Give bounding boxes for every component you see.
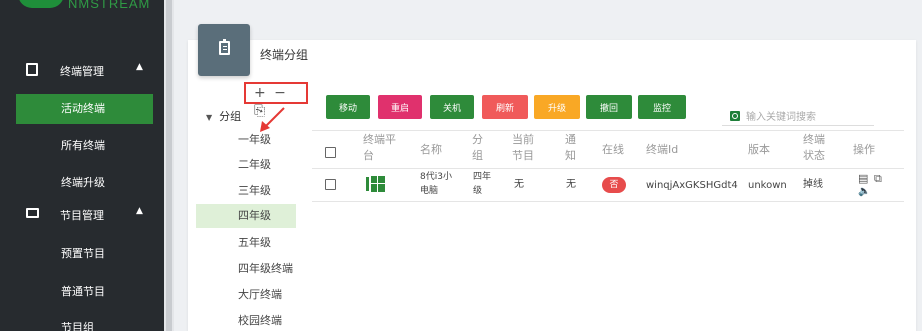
cell-terminal-id: winqjAxGKSHGdt4 — [646, 180, 738, 191]
sidebar-item-terminal-upgrade[interactable]: 终端升级 — [16, 168, 153, 198]
sidebar-item-program-groups[interactable]: 节目组 — [16, 313, 153, 331]
logo: NMSTREAM — [0, 0, 164, 18]
cell-group: 四年级 — [473, 172, 492, 196]
sidebar-item-all-terminals[interactable]: 所有终端 — [16, 131, 153, 161]
cell-status: 掉线 — [803, 179, 823, 190]
search-input[interactable]: 输入关键词搜索 — [746, 108, 816, 123]
col-header-notice: 通知 — [565, 133, 576, 162]
tree-node[interactable]: 一年级 — [196, 128, 296, 152]
caret-up-icon: ▲ — [136, 62, 143, 72]
tree-root[interactable]: ▼ 分组 — [206, 108, 241, 124]
row-checkbox[interactable] — [325, 179, 336, 190]
table-header-border — [312, 168, 904, 169]
screen-icon[interactable]: ⧉ — [874, 172, 882, 186]
sidebar-item-active-terminals[interactable]: 活动终端 — [16, 94, 153, 124]
sidebar-scroll-thumb[interactable] — [166, 0, 172, 331]
table-bottom-border — [312, 201, 904, 202]
cell-program: 无 — [514, 179, 524, 190]
col-header-online: 在线 — [602, 143, 624, 156]
volume-icon[interactable]: 🔈 — [858, 186, 870, 197]
windows-icon — [366, 176, 385, 192]
tree-node[interactable]: 三年级 — [196, 179, 296, 203]
tree-node[interactable]: 大厅终端 — [196, 283, 296, 307]
tree-node[interactable]: 二年级 — [196, 153, 296, 177]
page-icon — [198, 24, 250, 76]
col-header-terminal-id: 终端Id — [646, 143, 679, 156]
tree-node[interactable]: 五年级 — [196, 231, 296, 255]
col-header-version: 版本 — [748, 143, 770, 156]
table-top-border — [312, 130, 904, 131]
sidebar: NMSTREAM 终端管理 ▲ 活动终端 所有终端 终端升级 节目管理 ▲ 预置… — [0, 0, 164, 331]
caret-down-icon: ▼ — [206, 113, 213, 122]
col-header-platform: 终端平台 — [363, 133, 396, 162]
col-header-group: 分组 — [472, 133, 483, 162]
logo-mark — [18, 0, 64, 8]
tree-node[interactable]: 校园终端 — [196, 309, 296, 331]
select-all-checkbox[interactable] — [325, 147, 336, 158]
col-header-actions: 操作 — [853, 143, 875, 156]
cell-version: unkown — [748, 180, 787, 191]
logo-text: NMSTREAM — [68, 0, 151, 11]
tree-root-label: 分组 — [219, 110, 242, 123]
sidebar-item-normal-programs[interactable]: 普通节目 — [16, 277, 153, 307]
online-status-badge: 否 — [602, 177, 626, 193]
refresh-button[interactable]: 刷新 — [482, 95, 528, 119]
tree-node[interactable]: 四年级终端 — [196, 257, 296, 281]
clipboard-icon — [26, 63, 38, 76]
nav-group-label: 终端管理 — [60, 65, 104, 78]
shutdown-button[interactable]: 关机 — [430, 95, 474, 119]
move-button[interactable]: 移动 — [326, 95, 370, 119]
search-icon[interactable] — [730, 111, 740, 121]
monitor-button[interactable]: 监控 — [638, 95, 686, 119]
col-header-name: 名称 — [420, 143, 442, 156]
col-header-status: 终端状态 — [803, 133, 825, 162]
upgrade-button[interactable]: 升级 — [534, 95, 580, 119]
clipboard-icon — [219, 39, 230, 55]
page-title: 终端分组 — [260, 48, 309, 62]
cell-notice: 无 — [566, 179, 576, 190]
nav-group-label: 节目管理 — [60, 209, 104, 222]
caret-up-icon: ▲ — [136, 206, 143, 216]
nav-group-terminal-management[interactable]: 终端管理 ▲ — [0, 52, 164, 88]
restart-button[interactable]: 重启 — [378, 95, 422, 119]
tree-node-selected[interactable]: 四年级 — [196, 204, 296, 228]
monitor-icon — [26, 208, 39, 218]
tree-toolbar[interactable]: + − ⎘ — [244, 82, 308, 119]
detail-icon[interactable]: ▤ — [858, 172, 868, 185]
cell-name: 8代i3小电脑 — [420, 172, 452, 196]
sidebar-item-preset-programs[interactable]: 预置节目 — [16, 239, 153, 269]
withdraw-button[interactable]: 撤回 — [586, 95, 632, 119]
col-header-program: 当前节目 — [512, 133, 534, 162]
nav-group-program-management[interactable]: 节目管理 ▲ — [0, 196, 164, 232]
